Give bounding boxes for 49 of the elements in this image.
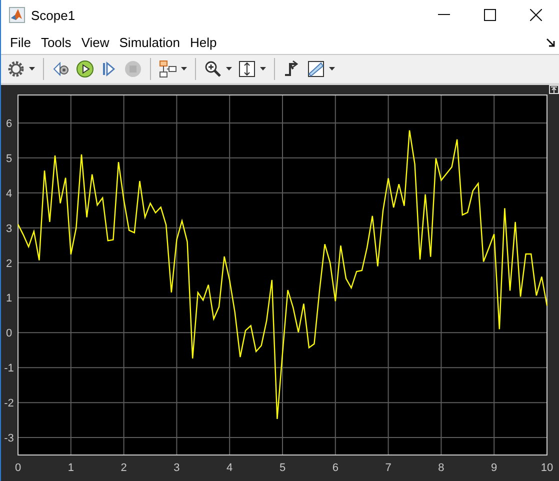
x-tick-label: 4 (226, 462, 233, 474)
diagonal-arrow-icon (546, 38, 555, 46)
step-forward-icon (100, 60, 118, 78)
caret-icon (181, 67, 187, 71)
y-tick-label: 6 (6, 118, 12, 130)
x-tick-label: 3 (174, 462, 180, 474)
window-title: Scope1 (31, 8, 76, 22)
x-tick-label: 1 (68, 462, 74, 474)
x-tick-label: 2 (120, 462, 127, 474)
menu-item[interactable]: Simulation (114, 32, 185, 52)
x-tick-label: 9 (491, 462, 498, 474)
x-tick-label: 8 (438, 462, 444, 474)
x-tick-label: 10 (540, 462, 554, 474)
close-icon (530, 9, 542, 21)
x-tick-label: 6 (332, 462, 338, 474)
y-tick-label: -1 (4, 362, 14, 375)
menu-item[interactable]: File (5, 32, 36, 52)
caret-icon (329, 67, 335, 71)
y-tick-label: -3 (4, 432, 14, 445)
stop-icon (124, 60, 142, 78)
app-icon (9, 7, 25, 23)
y-tick-label: -2 (4, 398, 14, 410)
caret-icon (226, 67, 232, 71)
y-tick-label: 1 (6, 292, 12, 305)
ruler-icon (307, 60, 325, 78)
y-tick-label: 4 (6, 188, 12, 200)
zoom-in-icon (204, 60, 222, 78)
caret-icon (260, 67, 266, 71)
menu-item[interactable]: Help (184, 32, 222, 52)
caret-icon (29, 67, 35, 71)
step-signal-icon (283, 60, 301, 78)
x-tick-label: 7 (385, 462, 392, 474)
step-back-icon (52, 60, 70, 78)
x-tick-label: 5 (279, 462, 286, 474)
menu-item[interactable]: Tools (36, 32, 76, 52)
vertical-arrows-icon (238, 60, 256, 78)
undock-button[interactable] (546, 38, 555, 46)
menu-item[interactable]: View (76, 32, 114, 52)
y-tick-label: 5 (6, 152, 12, 165)
undock-axes-icon[interactable] (549, 85, 559, 94)
y-tick-label: 2 (6, 258, 12, 270)
minimize-icon (438, 14, 450, 16)
play-icon (76, 60, 94, 78)
y-tick-label: 3 (6, 222, 12, 235)
y-tick-label: 0 (6, 328, 12, 340)
x-tick-label: 0 (14, 462, 22, 474)
gear-icon (7, 60, 25, 78)
maximize-icon (484, 9, 496, 21)
blocks-icon (159, 60, 177, 78)
